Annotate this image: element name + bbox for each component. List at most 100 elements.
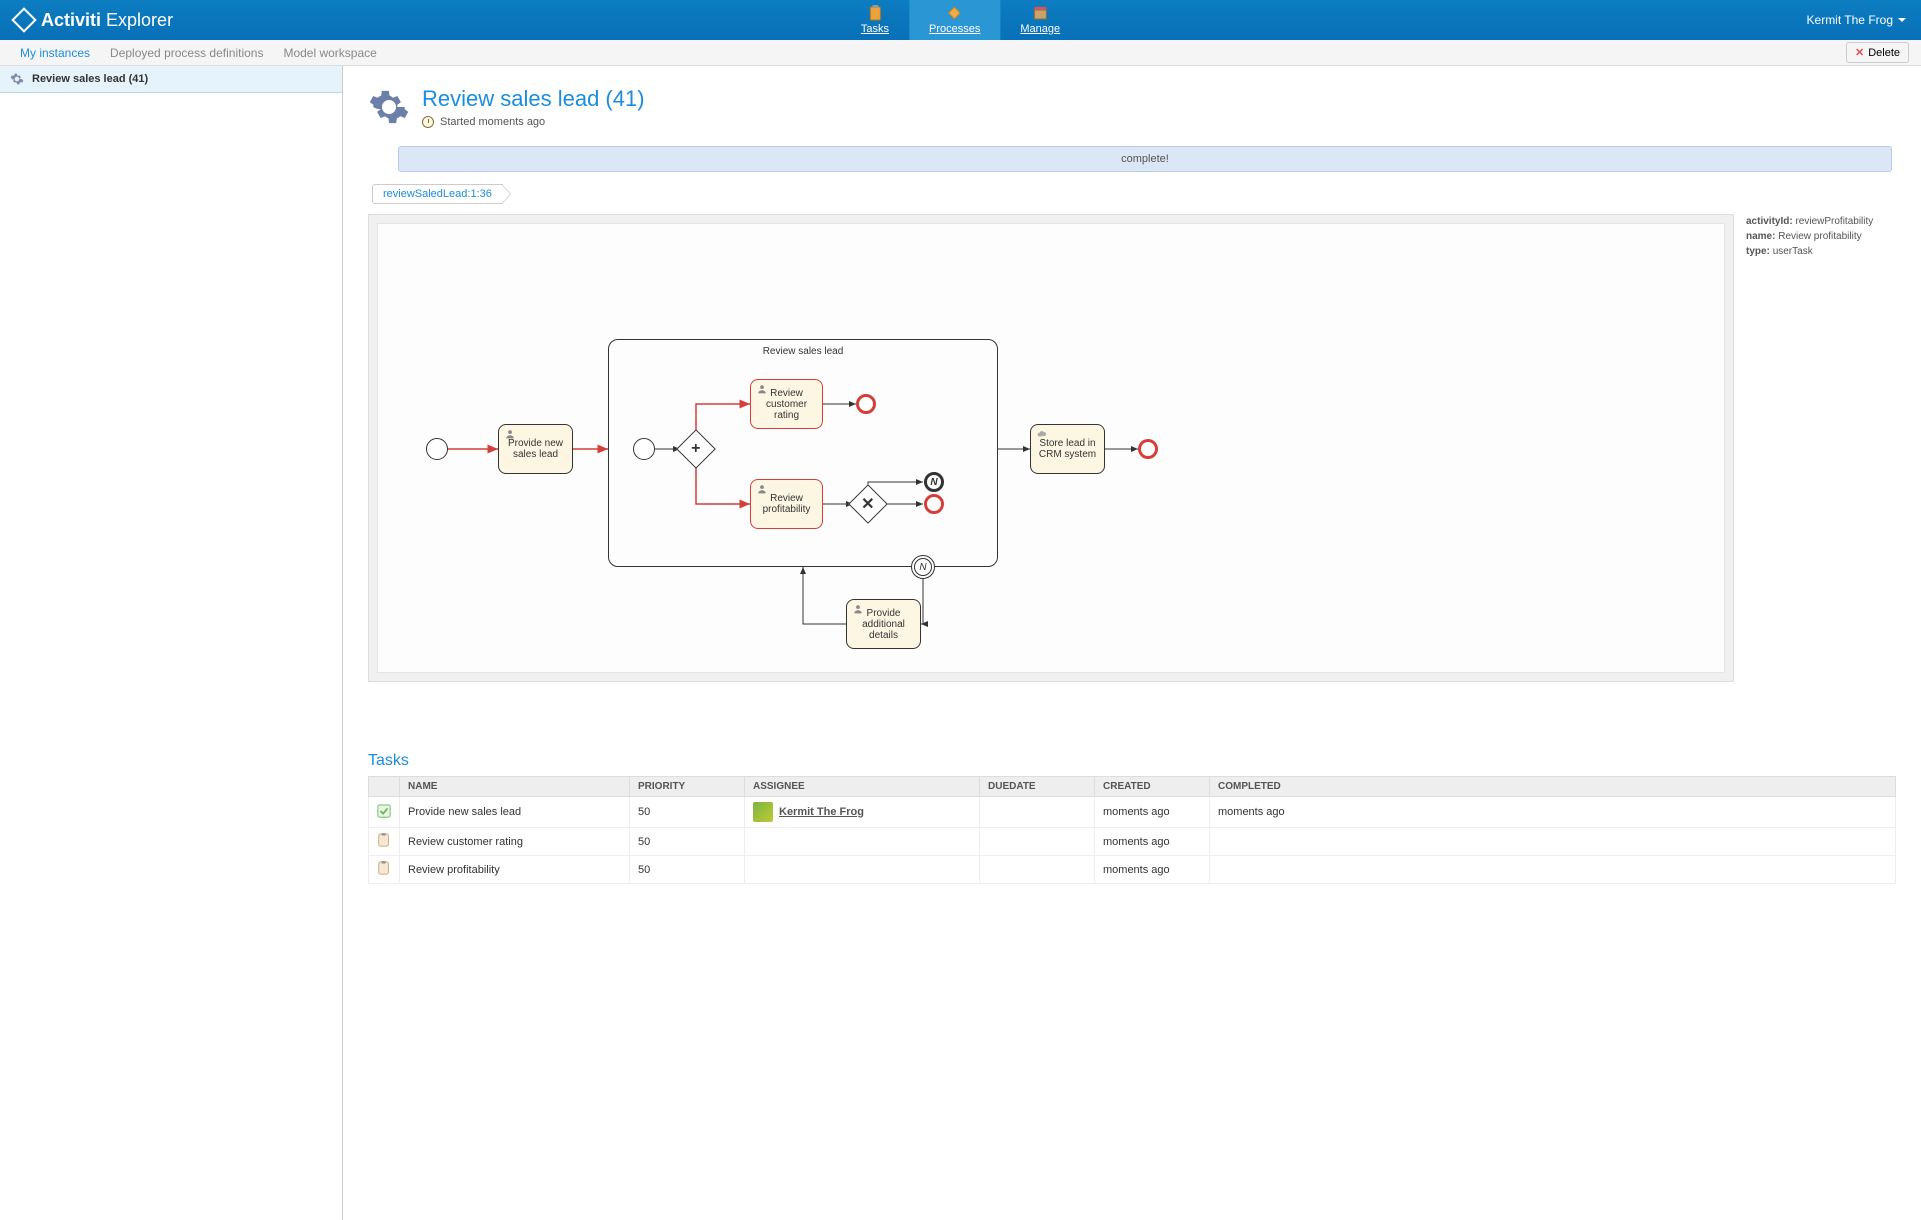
task-created: moments ago [1095, 797, 1210, 828]
bpmn-subprocess-label: Review sales lead [609, 346, 997, 357]
task-status-cell [369, 856, 400, 884]
task-name: Review profitability [400, 856, 630, 884]
title-subtitle: Started moments ago [422, 116, 645, 128]
bpmn-task-store-crm[interactable]: Store lead in CRM system [1030, 424, 1105, 474]
tasks-title: Tasks [368, 752, 1896, 770]
tasks-section: Tasks NAME PRIORITY ASSIGNEE DUEDATE CRE… [368, 752, 1896, 884]
bpmn-task-review-customer[interactable]: Review customer rating [750, 379, 823, 429]
bpmn-signal-end-event[interactable]: N [924, 472, 944, 492]
nav-item-label: Processes [929, 23, 980, 35]
meta-label: type: [1746, 246, 1770, 257]
bpmn-boundary-event[interactable]: N [911, 555, 935, 579]
task-completed [1210, 828, 1896, 856]
diagram-inner[interactable]: Provide new sales lead Review sales lead… [377, 223, 1725, 673]
col-assignee: ASSIGNEE [745, 777, 980, 797]
task-assignee [745, 856, 980, 884]
task-name: Review customer rating [400, 828, 630, 856]
sidebar-item-instance[interactable]: Review sales lead (41) [0, 66, 342, 93]
logo-icon [11, 7, 36, 32]
sidebar: Review sales lead (41) [0, 66, 343, 1220]
task-assignee: Kermit The Frog [745, 797, 980, 828]
table-row[interactable]: Provide new sales lead50 Kermit The Frog m… [369, 797, 1896, 828]
bpmn-task-review-profit[interactable]: Review profitability [750, 479, 823, 529]
task-name: Provide new sales lead [400, 797, 630, 828]
box-icon [1032, 5, 1048, 21]
logo-text-bold: Activiti [41, 10, 101, 30]
page-title: Review sales lead (41) [422, 86, 645, 112]
started-text: Started moments ago [440, 116, 545, 128]
avatar [753, 802, 773, 822]
title-block: Review sales lead (41) Started moments a… [422, 86, 645, 128]
task-status-cell [369, 797, 400, 828]
diagram-canvas: Provide new sales lead Review sales lead… [368, 214, 1734, 682]
table-row[interactable]: Review profitability50moments ago [369, 856, 1896, 884]
main-layout: Review sales lead (41) Review sales lead… [0, 66, 1921, 1220]
logo: Activiti Explorer [15, 10, 173, 31]
col-name: NAME [400, 777, 630, 797]
task-completed [1210, 856, 1896, 884]
content: Review sales lead (41) Started moments a… [343, 66, 1921, 1220]
tasks-table: NAME PRIORITY ASSIGNEE DUEDATE CREATED C… [368, 776, 1896, 884]
bpmn-subprocess[interactable]: Review sales lead [608, 339, 998, 567]
task-priority: 50 [630, 828, 745, 856]
nav-tasks[interactable]: Tasks [841, 0, 909, 40]
task-created: moments ago [1095, 856, 1210, 884]
assignee-link[interactable]: Kermit The Frog [779, 806, 864, 818]
diagram-meta: activityId: reviewProfitability name: Re… [1746, 214, 1896, 682]
status-banner: complete! [398, 146, 1892, 172]
close-icon: ✕ [1855, 46, 1864, 59]
meta-value: Review profitability [1778, 231, 1861, 242]
task-completed: moments ago [1210, 797, 1896, 828]
delete-label: Delete [1868, 47, 1900, 59]
meta-label: activityId: [1746, 216, 1793, 227]
breadcrumb[interactable]: reviewSaledLead:1:36 [372, 184, 503, 204]
meta-value: userTask [1773, 246, 1813, 257]
bpmn-start-event-inner[interactable] [633, 438, 655, 460]
header-nav: Tasks Processes Manage [841, 0, 1080, 40]
user-icon [757, 484, 767, 494]
task-assignee [745, 828, 980, 856]
bpmn-end-event[interactable] [856, 394, 876, 414]
meta-value: reviewProfitability [1795, 216, 1873, 227]
task-created: moments ago [1095, 828, 1210, 856]
bpmn-task-provide-additional[interactable]: Provide additional details [846, 599, 921, 649]
col-duedate: DUEDATE [980, 777, 1095, 797]
diamond-icon [947, 5, 963, 21]
subnav-model-workspace[interactable]: Model workspace [273, 46, 386, 60]
bpmn-end-event-final[interactable] [1138, 439, 1158, 459]
bpmn-end-event[interactable] [924, 494, 944, 514]
user-icon [757, 384, 767, 394]
col-priority: PRIORITY [630, 777, 745, 797]
col-completed: COMPLETED [1210, 777, 1896, 797]
user-menu[interactable]: Kermit The Frog [1807, 13, 1906, 27]
sidebar-item-label: Review sales lead (41) [32, 73, 148, 85]
breadcrumb-row: reviewSaledLead:1:36 [368, 184, 1896, 204]
app-header: Activiti Explorer Tasks Processes Manage… [0, 0, 1921, 40]
col-created: CREATED [1095, 777, 1210, 797]
bpmn-task-label: Provide new sales lead [503, 438, 568, 460]
task-duedate [980, 797, 1095, 828]
clipboard-icon [867, 5, 883, 21]
bpmn-task-label: Review profitability [755, 493, 818, 515]
bpmn-start-event[interactable] [426, 438, 448, 460]
user-name: Kermit The Frog [1807, 13, 1893, 27]
user-icon [505, 429, 515, 439]
nav-processes[interactable]: Processes [909, 0, 1000, 40]
logo-text-light: Explorer [106, 10, 173, 30]
subnav: My instances Deployed process definition… [0, 40, 1921, 66]
bpmn-task-provide-new[interactable]: Provide new sales lead [498, 424, 573, 474]
user-icon [853, 604, 863, 614]
bpmn-task-label: Store lead in CRM system [1035, 438, 1100, 460]
subnav-deployed-definitions[interactable]: Deployed process definitions [100, 46, 273, 60]
subnav-my-instances[interactable]: My instances [10, 46, 100, 60]
gear-icon [368, 86, 410, 128]
table-row[interactable]: Review customer rating50 moments ago [369, 828, 1896, 856]
nav-item-label: Manage [1020, 23, 1060, 35]
nav-manage[interactable]: Manage [1000, 0, 1080, 40]
title-row: Review sales lead (41) Started moments a… [368, 86, 1896, 128]
delete-button[interactable]: ✕ Delete [1846, 42, 1909, 63]
task-priority: 50 [630, 797, 745, 828]
task-duedate [980, 856, 1095, 884]
task-duedate [980, 828, 1095, 856]
diagram-section: Provide new sales lead Review sales lead… [368, 214, 1896, 682]
